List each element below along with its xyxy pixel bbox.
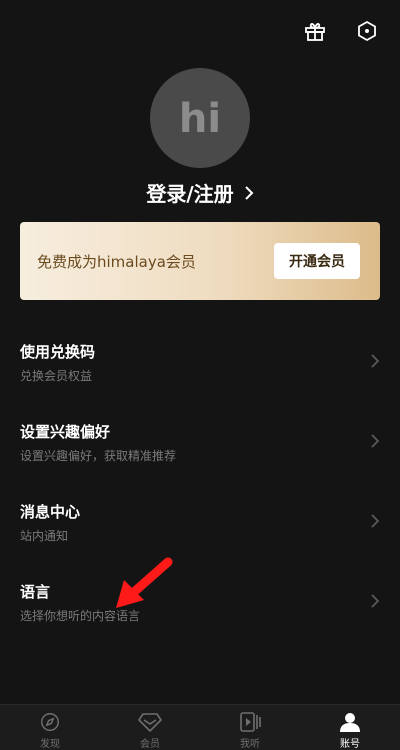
annotation-arrow-icon bbox=[116, 557, 173, 608]
chevron-right-icon bbox=[371, 354, 380, 368]
settings-hexagon-icon[interactable] bbox=[354, 18, 380, 44]
compass-icon bbox=[37, 709, 63, 734]
menu-item-subtitle: 设置兴趣偏好，获取精准推荐 bbox=[20, 449, 177, 463]
tab-account[interactable]: 账号 bbox=[300, 705, 400, 750]
tab-label: 发现 bbox=[40, 739, 60, 750]
tab-discover[interactable]: 发现 bbox=[0, 705, 100, 750]
menu-item-language[interactable]: 语言 选择你想听的内容语言 bbox=[0, 581, 400, 641]
avatar-logo-icon: hi bbox=[179, 96, 221, 140]
vip-promo-text: 免费成为himalaya会员 bbox=[37, 252, 196, 271]
tab-vip[interactable]: 会员 bbox=[100, 705, 200, 750]
menu-item-title: 使用兑换码 bbox=[20, 343, 96, 361]
top-icons bbox=[302, 18, 380, 44]
user-icon bbox=[337, 709, 363, 734]
login-register-link[interactable]: 登录/注册 bbox=[0, 178, 400, 207]
tab-label: 账号 bbox=[340, 739, 360, 750]
chevron-right-icon bbox=[371, 514, 380, 528]
menu-item-title: 设置兴趣偏好 bbox=[20, 423, 111, 441]
chevron-right-icon bbox=[371, 434, 380, 448]
tab-label: 会员 bbox=[140, 739, 160, 750]
avatar[interactable]: hi bbox=[150, 68, 250, 168]
chevron-right-icon bbox=[371, 594, 380, 608]
tab-label: 我听 bbox=[240, 739, 260, 750]
play-cards-icon bbox=[237, 709, 263, 734]
login-label: 登录/注册 bbox=[146, 182, 234, 206]
bottom-tab-bar: 发现 会员 我听 账号 bbox=[0, 704, 400, 750]
gift-icon[interactable] bbox=[302, 18, 328, 44]
vip-banner[interactable]: 免费成为himalaya会员 开通会员 bbox=[20, 222, 380, 300]
diamond-icon bbox=[137, 709, 163, 734]
chevron-right-icon bbox=[244, 185, 254, 200]
open-vip-button[interactable]: 开通会员 bbox=[274, 243, 360, 279]
menu-item-interest-preferences[interactable]: 设置兴趣偏好 设置兴趣偏好，获取精准推荐 bbox=[0, 421, 400, 481]
avatar-text: hi bbox=[179, 96, 221, 140]
menu-item-message-center[interactable]: 消息中心 站内通知 bbox=[0, 501, 400, 561]
menu-item-subtitle: 站内通知 bbox=[20, 529, 69, 543]
menu-item-title: 语言 bbox=[20, 583, 51, 601]
menu-item-subtitle: 兑换会员权益 bbox=[20, 369, 93, 383]
tab-listening[interactable]: 我听 bbox=[200, 705, 300, 750]
menu-item-redeem-code[interactable]: 使用兑换码 兑换会员权益 bbox=[0, 341, 400, 401]
menu-item-title: 消息中心 bbox=[20, 503, 81, 521]
